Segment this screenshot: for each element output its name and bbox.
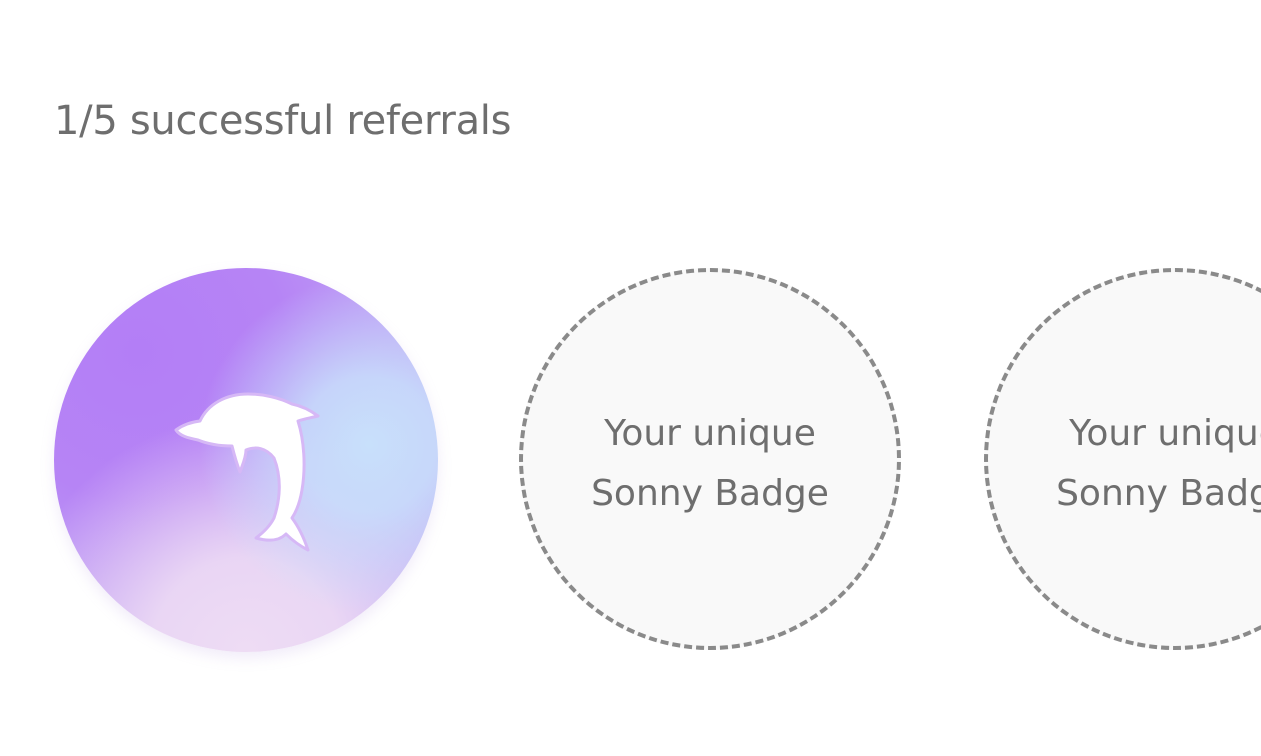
dolphin-icon	[174, 392, 320, 552]
badge-placeholder-line: Sonny Badge	[591, 473, 829, 514]
badge-placeholder-text: Your unique Sonny Badge	[988, 404, 1261, 524]
referral-badges-page: 1/5 successful referrals Your unique Son…	[0, 0, 1261, 756]
badge-placeholder-line: Sonny Badge	[1056, 473, 1261, 514]
badge-placeholder-line: Your unique	[1069, 413, 1261, 454]
earned-badge	[54, 268, 438, 652]
badge-row: Your unique Sonny Badge Your unique Sonn…	[0, 0, 1261, 756]
badge-placeholder-text: Your unique Sonny Badge	[523, 404, 897, 524]
badge-placeholder-line: Your unique	[604, 413, 816, 454]
locked-badge: Your unique Sonny Badge	[519, 268, 901, 650]
locked-badge: Your unique Sonny Badge	[984, 268, 1261, 650]
